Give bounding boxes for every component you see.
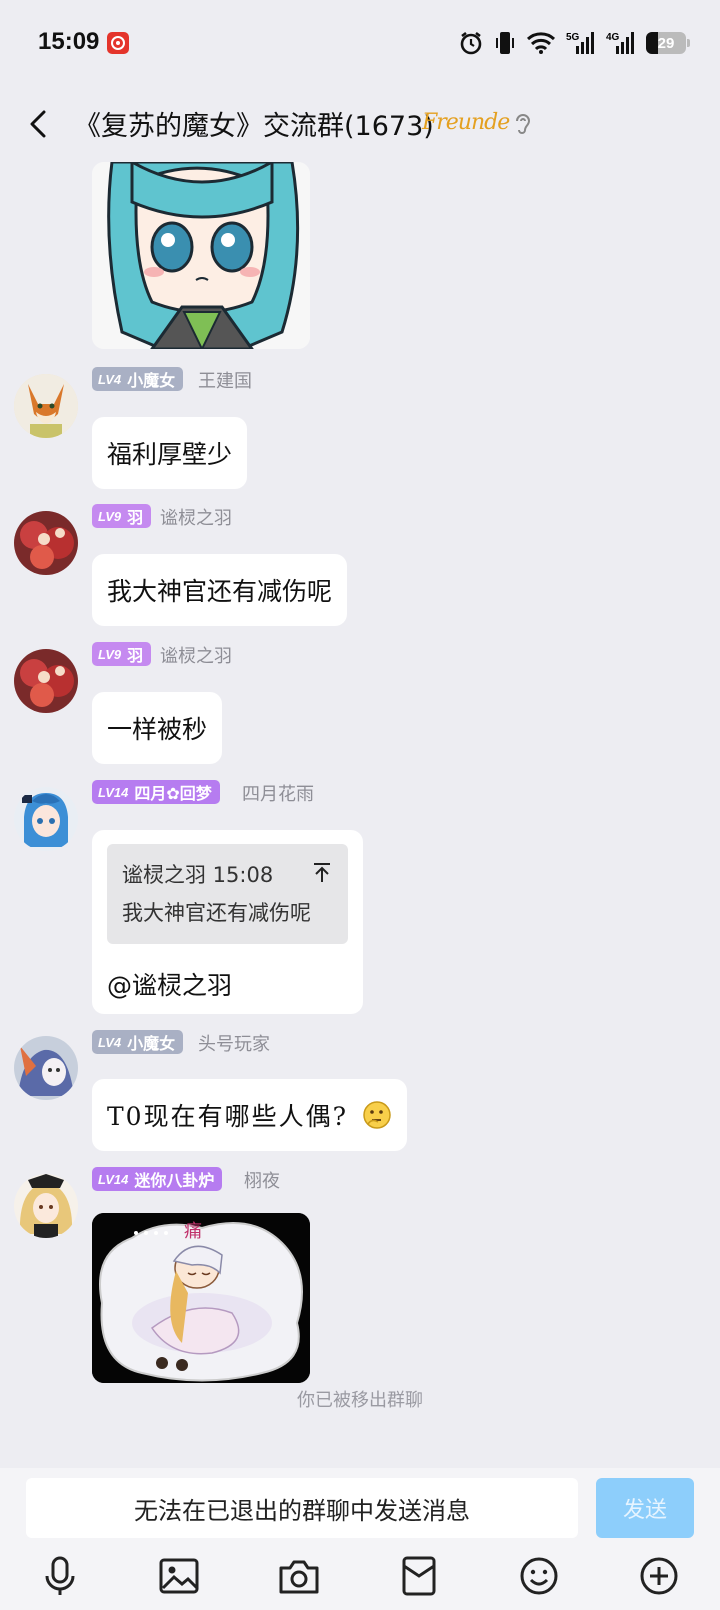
message-text: T0现在有哪些人偶? [107, 1102, 348, 1131]
level-badge: LV9 羽 [92, 642, 152, 666]
thinking-emoji-icon [363, 1101, 391, 1129]
level-badge: LV9 羽 [92, 504, 152, 528]
level-title: 小魔女 [127, 1034, 176, 1053]
sender-name[interactable]: 王建国 [198, 367, 252, 393]
avatar[interactable] [14, 1174, 78, 1238]
level-title: 小魔女 [127, 371, 176, 390]
level-title: 四月✿回梦 [134, 784, 212, 803]
chat-header: 《复苏的魔女》交流群(1673) Freunde [0, 86, 720, 162]
chevron-left-icon [30, 110, 46, 138]
svg-text:痛: 痛 [184, 1221, 202, 1242]
level-text: LV4 [98, 1034, 122, 1050]
svg-text:4G: 4G [606, 32, 620, 43]
microphone-icon[interactable] [38, 1554, 82, 1598]
sender-name[interactable]: 头号玩家 [198, 1030, 270, 1056]
plus-icon[interactable] [637, 1554, 681, 1598]
freunde-badge: Freunde [422, 110, 510, 135]
level-title: 羽 [127, 646, 144, 665]
level-text: LV4 [98, 371, 122, 387]
input-bar: 无法在已退出的群聊中发送消息 发送 [0, 1468, 720, 1610]
back-button[interactable] [20, 104, 60, 144]
vibrate-icon [496, 32, 514, 54]
signal-5g-icon: 5G [566, 32, 594, 54]
level-badge: LV14 四月✿回梦 [92, 780, 220, 804]
message-bubble[interactable]: 福利厚壁少 [92, 417, 248, 489]
send-button[interactable]: 发送 [596, 1478, 694, 1538]
image-icon[interactable] [157, 1554, 201, 1598]
svg-text:5G: 5G [566, 32, 580, 43]
level-text: LV14 [98, 1171, 129, 1187]
level-badge: LV14 迷你八卦炉 [92, 1167, 223, 1191]
netease-music-icon [107, 32, 129, 54]
reply-bubble[interactable]: 谧棂之羽 15:08 我大神官还有减伤呢 @谧棂之羽 [92, 830, 363, 1014]
wifi-icon [526, 32, 556, 54]
sender-name[interactable]: 谧棂之羽 [160, 642, 232, 668]
camera-icon[interactable] [277, 1554, 321, 1598]
jump-to-quote-icon[interactable] [312, 862, 332, 884]
red-character-avatar-icon [14, 649, 78, 713]
level-title: 羽 [127, 508, 144, 527]
message-bubble[interactable]: 一样被秒 [92, 692, 223, 764]
level-badge: LV4 小魔女 [92, 1030, 184, 1054]
reply-text: @谧棂之羽 [107, 971, 233, 1000]
input-toolbar [0, 1554, 720, 1604]
signal-4g-icon: 4G [606, 32, 634, 54]
message-bubble[interactable]: 我大神官还有减伤呢 [92, 554, 348, 626]
ear-icon[interactable] [512, 110, 534, 142]
level-title: 迷你八卦炉 [134, 1171, 215, 1190]
sender-name[interactable]: 栩夜 [244, 1167, 280, 1193]
avatar[interactable] [14, 1036, 78, 1100]
emoji-icon[interactable] [517, 1554, 561, 1598]
status-time: 15:09 [38, 28, 100, 55]
red-packet-icon[interactable] [397, 1554, 441, 1598]
battery-icon: 29 [646, 32, 690, 54]
fox-avatar-icon [14, 374, 78, 438]
system-notice: 你已被移出群聊 [297, 1390, 423, 1411]
blonde-maid-avatar-icon [14, 1174, 78, 1238]
avatar[interactable] [14, 649, 78, 713]
sender-name[interactable]: 四月花雨 [242, 780, 314, 806]
level-text: LV9 [98, 646, 122, 662]
avatar[interactable] [14, 374, 78, 438]
red-character-avatar-icon [14, 511, 78, 575]
character-avatar-icon [14, 1036, 78, 1100]
message-input-disabled: 无法在已退出的群聊中发送消息 [26, 1478, 578, 1538]
avatar[interactable] [14, 787, 78, 851]
quote-text: 我大神官还有减伤呢 [122, 901, 311, 925]
blue-hair-avatar-icon [14, 787, 78, 851]
status-icons: 5G 4G 29 [458, 28, 690, 58]
sleeping-girl-sticker: 痛 [92, 1213, 310, 1383]
level-badge: LV4 小魔女 [92, 367, 184, 391]
message-bubble[interactable]: T0现在有哪些人偶? [92, 1079, 407, 1151]
message-list[interactable]: LV4 小魔女 王建国 福利厚壁少 LV9 羽 谧棂之羽 我大神官还有减伤呢 LV9… [0, 162, 720, 1468]
avatar[interactable] [14, 511, 78, 575]
status-bar: 15:09 5G 4G 29 [0, 0, 720, 86]
group-title[interactable]: 《复苏的魔女》交流群(1673) [74, 104, 434, 143]
quoted-message[interactable]: 谧棂之羽 15:08 我大神官还有减伤呢 [107, 844, 348, 944]
sticker-message[interactable]: 痛 [92, 1213, 310, 1383]
anime-girl-sticker [92, 162, 310, 349]
level-text: LV9 [98, 508, 122, 524]
sticker-message[interactable] [92, 162, 310, 349]
level-text: LV14 [98, 784, 129, 800]
battery-level: 29 [657, 34, 675, 52]
alarm-icon [460, 31, 482, 55]
quote-author-time: 谧棂之羽 15:08 [122, 863, 274, 887]
sender-name[interactable]: 谧棂之羽 [160, 504, 232, 530]
